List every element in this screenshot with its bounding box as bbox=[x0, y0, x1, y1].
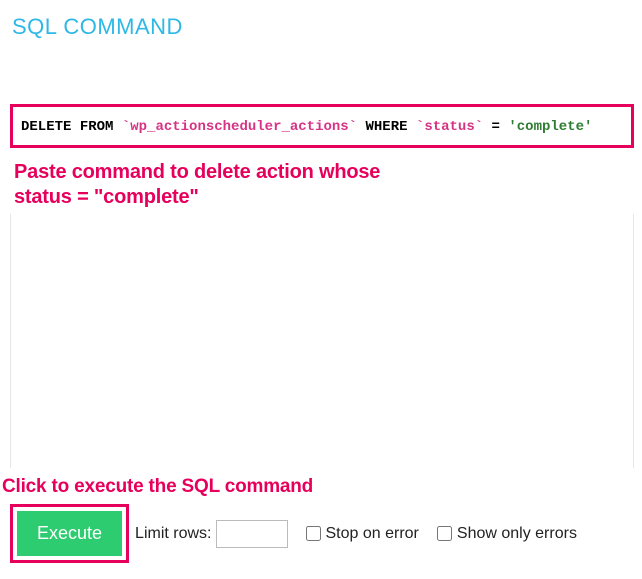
sql-command-text: DELETE FROM `wp_actionscheduler_actions`… bbox=[21, 119, 592, 135]
stop-on-error-label[interactable]: Stop on error bbox=[326, 525, 419, 543]
sql-kw-from: FROM bbox=[80, 119, 114, 135]
sql-column: `status` bbox=[416, 119, 483, 135]
sql-kw-where: WHERE bbox=[366, 119, 408, 135]
sql-eq: = bbox=[492, 119, 500, 135]
show-only-errors-label[interactable]: Show only errors bbox=[457, 525, 577, 543]
stop-on-error-checkbox[interactable] bbox=[306, 526, 321, 541]
sql-textarea[interactable] bbox=[10, 214, 634, 468]
execute-button-highlight: Execute bbox=[10, 504, 129, 563]
sql-kw-delete: DELETE bbox=[21, 119, 71, 135]
annotation-paste-command: Paste command to delete action whosestat… bbox=[14, 160, 380, 210]
sql-value: 'complete' bbox=[508, 119, 592, 135]
show-only-errors-checkbox[interactable] bbox=[437, 526, 452, 541]
page-title: SQL COMMAND bbox=[0, 0, 642, 40]
sql-command-box[interactable]: DELETE FROM `wp_actionscheduler_actions`… bbox=[10, 104, 634, 148]
limit-rows-label: Limit rows: bbox=[135, 525, 211, 543]
sql-table: `wp_actionscheduler_actions` bbox=[122, 119, 357, 135]
limit-rows-input[interactable] bbox=[216, 520, 288, 548]
execute-button[interactable]: Execute bbox=[17, 511, 122, 556]
annotation-click-execute: Click to execute the SQL command bbox=[2, 476, 313, 498]
bottom-controls: Execute Limit rows: Stop on error Show o… bbox=[10, 504, 638, 563]
